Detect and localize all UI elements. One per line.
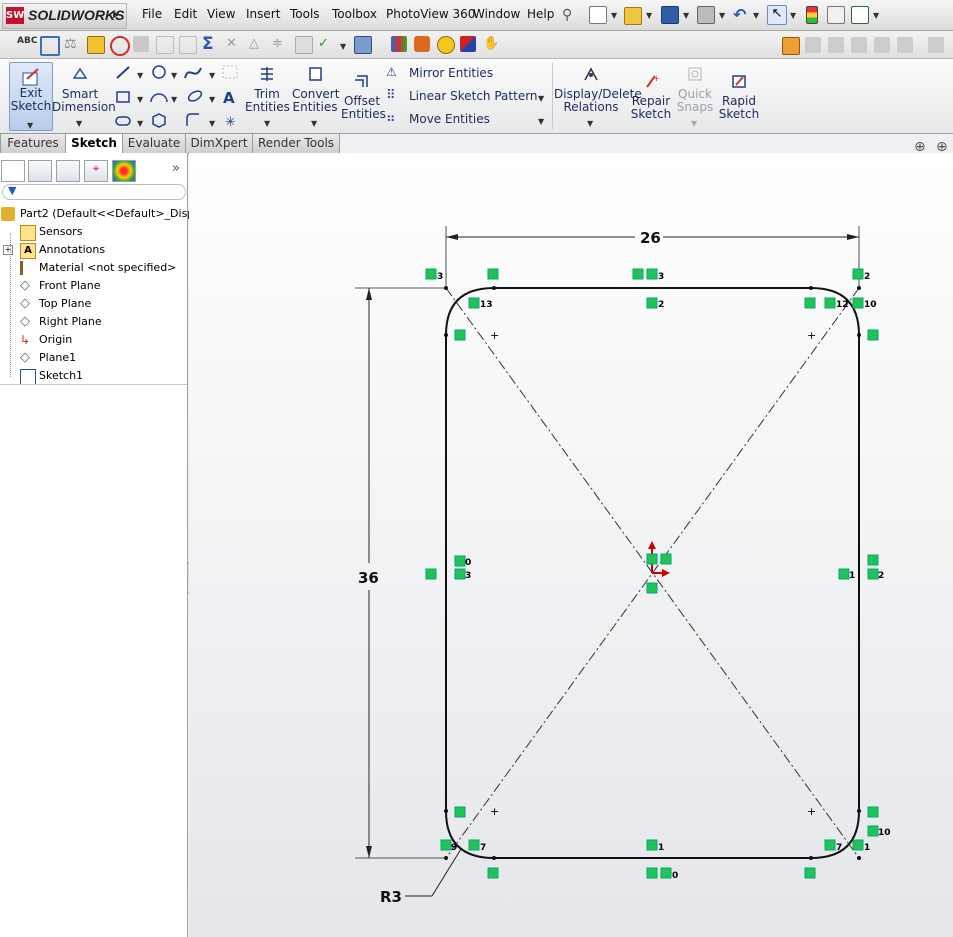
relation-label: 12: [836, 300, 849, 310]
relation-label: 0: [465, 558, 471, 568]
arc-center-mark: +: [807, 805, 816, 818]
relation-label: 0: [672, 871, 678, 881]
relation-label: 3: [437, 272, 443, 282]
relation-label: 13: [480, 300, 493, 310]
relation-label: 2: [864, 272, 870, 282]
relation-label: 2: [658, 300, 664, 310]
dimension-width-label[interactable]: 26: [640, 229, 661, 247]
relation-label: 10: [864, 300, 877, 310]
arc-center-mark: +: [490, 805, 499, 818]
sketch-canvas: 26 36 R3 + + + + 3 3 2 13 2 12 10 0 3 1 …: [355, 226, 891, 906]
arrowhead: [847, 234, 859, 240]
arrowhead: [446, 234, 458, 240]
relation-label: 10: [878, 828, 891, 838]
arrowhead: [366, 846, 372, 858]
relation-label: 7: [836, 843, 842, 853]
relation-label: 1: [864, 843, 870, 853]
relation-label: 1: [849, 571, 855, 581]
leader-line: [431, 848, 462, 897]
arc-center-mark: +: [490, 329, 499, 342]
arrowhead: [366, 288, 372, 300]
dimension-height-label[interactable]: 36: [358, 569, 379, 587]
arc-center-mark: +: [807, 329, 816, 342]
relation-label: 2: [878, 571, 884, 581]
relation-label: 3: [658, 272, 664, 282]
relation-label: 3: [465, 571, 471, 581]
fillet-radius-label[interactable]: R3: [380, 888, 402, 906]
relation-label: 9: [451, 843, 457, 853]
relation-label: 7: [480, 843, 486, 853]
relation-label: 1: [658, 843, 664, 853]
